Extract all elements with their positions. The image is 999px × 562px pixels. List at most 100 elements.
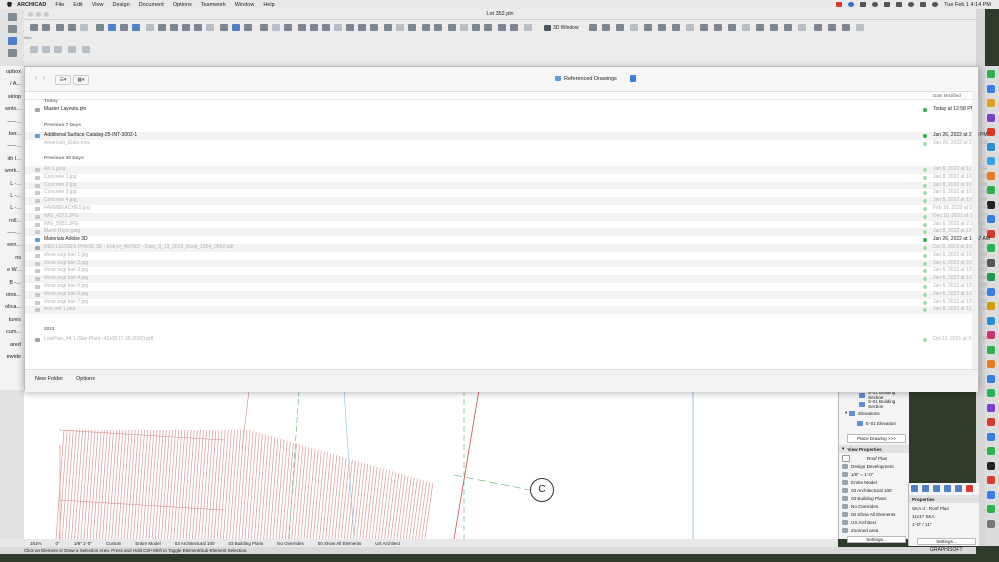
toolbar-tool-icon[interactable] <box>30 24 38 31</box>
view-map-icon[interactable] <box>922 485 929 492</box>
toolbar-view-icon[interactable] <box>742 24 750 31</box>
file-row[interactable]: show sugi ban 5.jpg Jan 6, 2022 at 10:41 … <box>25 283 987 291</box>
file-row[interactable]: Marie Rose.jpeg Jan 8, 2022 at 12:36 PM <box>25 228 987 237</box>
chevron-down-icon[interactable]: ▾ <box>845 410 847 416</box>
status-moon-icon[interactable] <box>872 2 879 7</box>
quick-option-field[interactable]: 03 Building Plans <box>228 541 263 546</box>
toolbar-view-icon[interactable] <box>700 24 708 31</box>
menu-edit[interactable]: Edit <box>73 2 82 8</box>
quick-option-field[interactable]: Entire Model <box>135 541 160 546</box>
file-row[interactable]: Art 1.jpeg Jan 8, 2022 at 11:33 AM <box>25 166 987 174</box>
file-row[interactable]: Concrete 3.jpg Jan 8, 2022 at 10:03 AM <box>25 189 987 197</box>
toolbar-view-icon[interactable] <box>616 24 624 31</box>
dock-app-icon[interactable] <box>987 345 995 354</box>
dock-app-icon[interactable] <box>987 273 995 281</box>
toolbar-view-icon[interactable] <box>856 24 864 31</box>
toolbar-standard-icon[interactable] <box>68 46 76 53</box>
sidebar-fragment-item[interactable]: ewide <box>0 351 24 363</box>
toolbar-tool-icon[interactable] <box>358 24 366 31</box>
sidebar-fragment-item[interactable]: otos... <box>0 289 24 301</box>
grid-marker-c[interactable]: C <box>530 478 554 502</box>
dock-app-icon[interactable] <box>987 171 995 180</box>
navigator-settings-button[interactable]: Settings... <box>847 536 906 543</box>
sidebar-fragment-item[interactable]: e W... <box>0 264 24 276</box>
prop-row[interactable]: 03 Architectural 100 <box>839 486 909 494</box>
prop-row[interactable]: 00 Show All Elements <box>839 510 909 518</box>
dock-app-icon[interactable] <box>987 490 995 499</box>
project-map-icon[interactable] <box>911 485 918 492</box>
toolbar-view-icon[interactable] <box>714 24 722 31</box>
file-row[interactable]: IMG_4371.JPG Dec 10, 2021 at 1:55 PM <box>25 212 988 221</box>
toolbar-tool-icon[interactable] <box>510 24 518 31</box>
nav-item-elevation-1[interactable]: E-01 Elevation <box>839 419 909 427</box>
menu-window[interactable]: Window <box>235 2 255 8</box>
toolbar-tool-icon[interactable] <box>132 24 140 31</box>
toolbar-tool-icon[interactable] <box>524 24 532 31</box>
toolbox-marquee-icon[interactable] <box>8 25 17 33</box>
file-row[interactable]: show sugi ban 3.jpg Jan 6, 2022 at 10:40 … <box>25 267 987 275</box>
close-window-icon[interactable] <box>28 12 33 17</box>
dock-app-icon[interactable] <box>987 360 995 368</box>
date-modified-header[interactable]: Date Modified <box>933 93 961 98</box>
roof-plan-field[interactable]: Roof Plan <box>839 454 909 462</box>
back-button[interactable]: ‹ <box>35 75 37 82</box>
toolbar-tool-icon[interactable] <box>170 24 178 31</box>
prop-master[interactable]: 11x17 SKA <box>909 512 979 520</box>
sidebar-fragment-item[interactable]: ith I... <box>0 153 24 165</box>
publisher-icon[interactable] <box>944 485 951 492</box>
toolbar-tool-icon[interactable] <box>260 24 268 31</box>
menu-file[interactable]: File <box>55 2 64 8</box>
quick-option-field[interactable]: No Overrides <box>277 541 304 546</box>
prop-row[interactable]: No Overrides <box>839 502 909 510</box>
toolbar-tool-icon[interactable] <box>182 24 190 31</box>
toolbox-design-icon[interactable] <box>8 37 17 45</box>
status-battery-icon[interactable] <box>884 2 891 7</box>
toolbar-view-icon[interactable] <box>784 24 792 31</box>
sidebar-fragment-item[interactable]: work... <box>0 165 24 177</box>
toolbar-view-icon[interactable] <box>828 24 836 31</box>
sidebar-fragment-item[interactable]: roll... <box>0 215 24 227</box>
prop-layout-name[interactable]: SKA.4 : Roof Plan <box>909 504 979 512</box>
toolbar-view-icon[interactable] <box>644 24 652 31</box>
forward-button[interactable]: › <box>43 75 45 82</box>
file-row[interactable]: Master Layouts.pln Today at 12:58 PM <box>25 106 978 114</box>
file-row[interactable]: test ceb 1.psd Jan 8, 2022 at 11:57 AM <box>25 306 987 315</box>
dock-app-icon[interactable] <box>987 113 995 122</box>
file-row[interactable]: Additional Surface Catalog-25-INT-3002-1… <box>25 132 987 140</box>
toolbar-view-icon[interactable] <box>814 24 822 31</box>
prop-row[interactable]: Entire Model <box>839 478 909 486</box>
toolbar-tool-icon[interactable] <box>322 24 330 31</box>
sidebar-fragment-item[interactable]: sktop <box>0 91 24 103</box>
dialog-scrollbar[interactable] <box>972 91 978 369</box>
spotlight-icon[interactable] <box>908 2 915 7</box>
toolbar-standard-icon[interactable] <box>42 46 50 53</box>
toolbar-view-icon[interactable] <box>842 24 850 31</box>
sidebar-fragment-item[interactable]: opbox <box>0 66 24 78</box>
toolbar-view-icon[interactable] <box>589 24 597 31</box>
toolbar-tool-icon[interactable] <box>158 24 166 31</box>
toolbar-tool-icon[interactable] <box>448 24 456 31</box>
dock-app-icon[interactable] <box>987 84 995 93</box>
nav-item-elevations[interactable]: ▾ Elevations <box>839 409 909 417</box>
status-app-icon[interactable] <box>836 2 843 7</box>
toolbar-tool-icon[interactable] <box>146 24 154 31</box>
sidebar-fragment-item[interactable]: L -... <box>0 202 24 214</box>
quick-option-field[interactable]: 151% <box>30 541 42 546</box>
menubar-clock[interactable]: Tue Feb 1 4:14 PM <box>944 2 991 8</box>
sidebar-fragment-item[interactable]: -----... <box>0 227 24 239</box>
file-row[interactable]: FARMBEACHES.jpg Feb 10, 2020 at 5:48 PM <box>25 205 988 213</box>
options-button[interactable]: Options <box>76 376 95 382</box>
dock-app-icon[interactable] <box>987 374 995 383</box>
file-row[interactable]: show sugi ban 2.jpg Jan 6, 2022 at 10:40 … <box>25 259 987 268</box>
quick-option-field[interactable]: 0° <box>56 541 60 546</box>
file-row[interactable]: Concrete 1.jpg Jan 8, 2022 at 10:03 AM <box>25 174 987 182</box>
toolbar-tool-icon[interactable] <box>96 24 104 31</box>
menu-help[interactable]: Help <box>263 2 274 8</box>
toolbar-view-icon[interactable] <box>728 24 736 31</box>
view-properties-header[interactable]: ▾ View Properties <box>839 445 909 453</box>
toolbar-view-icon[interactable] <box>602 24 610 31</box>
quick-option-field[interactable]: 03 Architectural 100 <box>175 541 215 546</box>
toolbar-tool-icon[interactable] <box>460 24 468 31</box>
toolbar-tool-icon[interactable] <box>108 24 116 31</box>
dock-app-icon[interactable] <box>987 157 995 165</box>
